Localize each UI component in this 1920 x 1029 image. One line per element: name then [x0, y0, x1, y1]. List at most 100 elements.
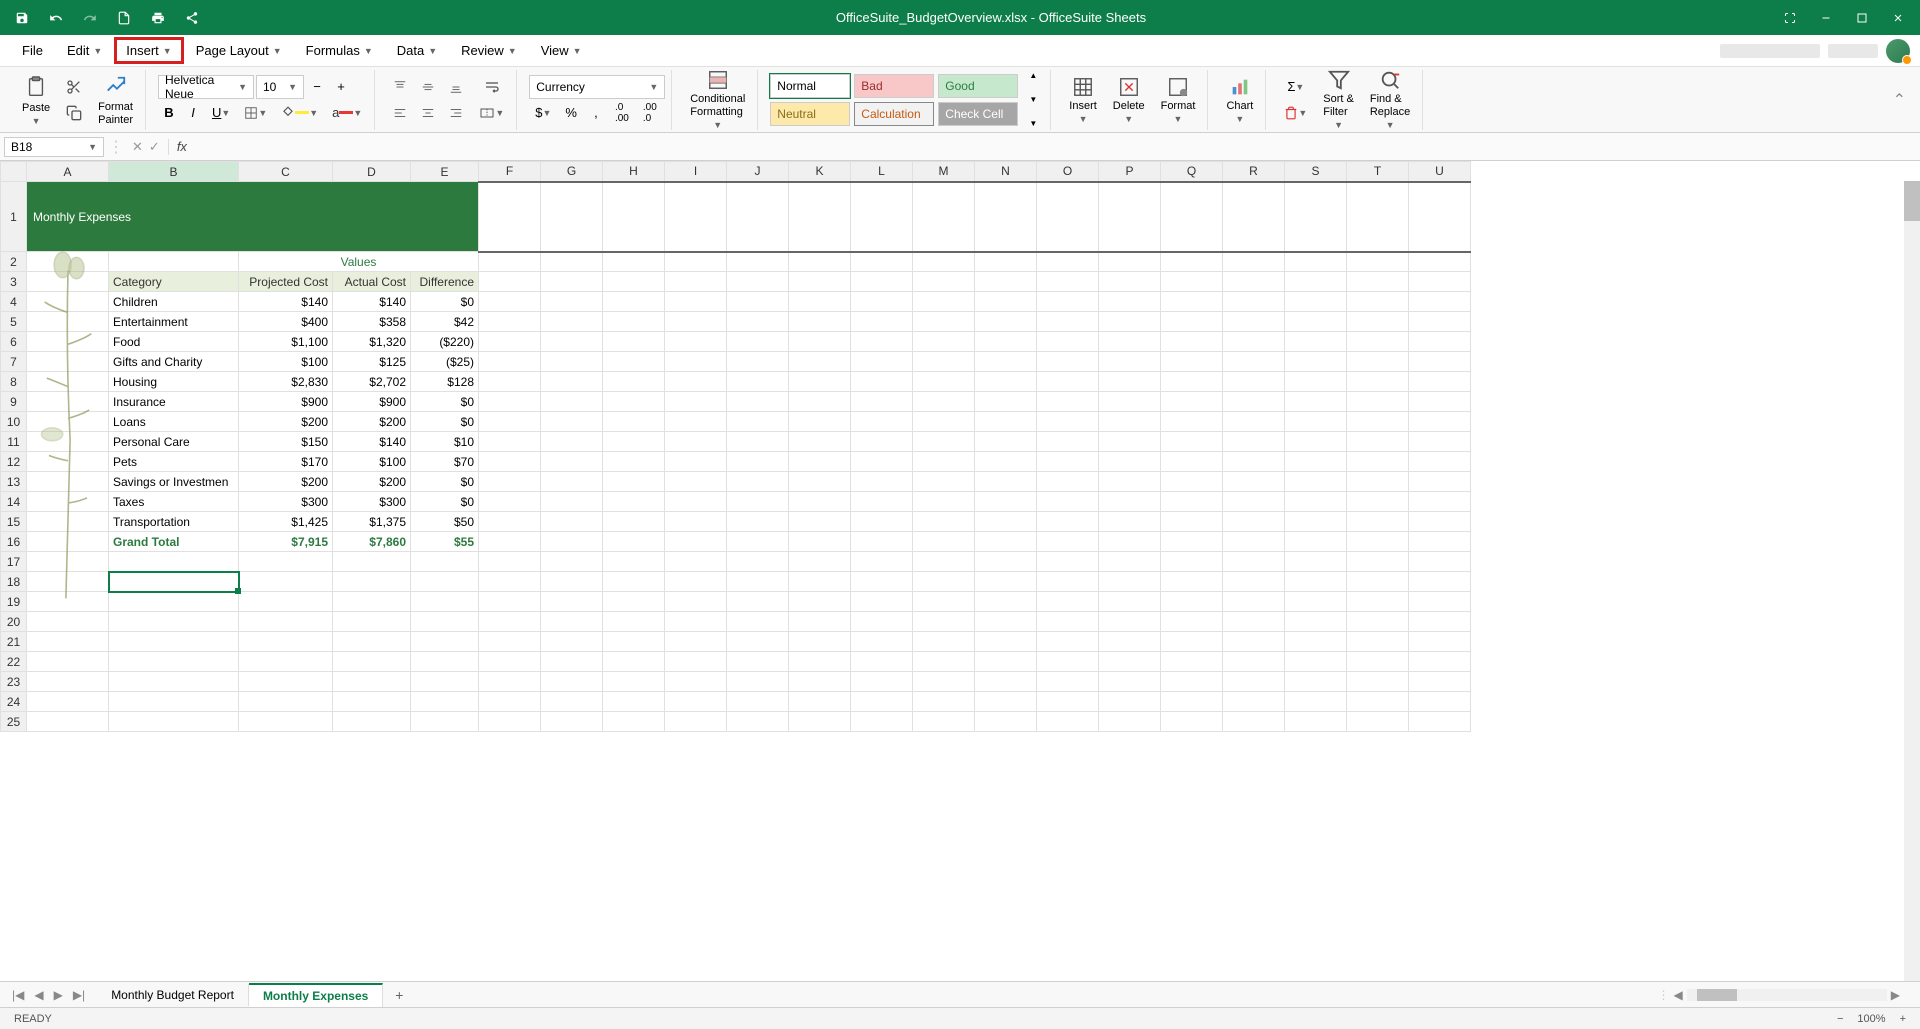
- cell[interactable]: [27, 712, 109, 732]
- cell[interactable]: [1409, 472, 1471, 492]
- cell[interactable]: [913, 182, 975, 252]
- cell[interactable]: [1037, 532, 1099, 552]
- data-projected[interactable]: $1,425: [239, 512, 333, 532]
- cell[interactable]: [975, 552, 1037, 572]
- cell[interactable]: [1409, 592, 1471, 612]
- cell[interactable]: [1285, 332, 1347, 352]
- accept-formula-icon[interactable]: ✓: [149, 139, 160, 155]
- cell[interactable]: [727, 512, 789, 532]
- cell[interactable]: [1161, 292, 1223, 312]
- cell[interactable]: [727, 712, 789, 732]
- autosum-icon[interactable]: Σ▼: [1278, 75, 1313, 99]
- cell[interactable]: [1161, 672, 1223, 692]
- cell[interactable]: [851, 432, 913, 452]
- cell[interactable]: [1409, 252, 1471, 272]
- cell[interactable]: [975, 452, 1037, 472]
- cell[interactable]: [1409, 452, 1471, 472]
- cell[interactable]: [1347, 252, 1409, 272]
- cell[interactable]: [665, 312, 727, 332]
- cell[interactable]: [541, 312, 603, 332]
- cell[interactable]: [1223, 392, 1285, 412]
- cell[interactable]: [1409, 372, 1471, 392]
- cell[interactable]: [975, 272, 1037, 292]
- cell[interactable]: [1099, 512, 1161, 532]
- cell[interactable]: [665, 372, 727, 392]
- data-actual[interactable]: $200: [333, 472, 411, 492]
- cell[interactable]: [239, 712, 333, 732]
- cell[interactable]: [913, 652, 975, 672]
- row-header-2[interactable]: 2: [1, 252, 27, 272]
- cell[interactable]: [1161, 182, 1223, 252]
- cell[interactable]: [789, 432, 851, 452]
- data-difference[interactable]: $128: [411, 372, 479, 392]
- cell[interactable]: [913, 272, 975, 292]
- cell[interactable]: [1409, 392, 1471, 412]
- cell[interactable]: [333, 552, 411, 572]
- cell[interactable]: [665, 432, 727, 452]
- cell[interactable]: [1409, 512, 1471, 532]
- cell[interactable]: [975, 312, 1037, 332]
- row-header-23[interactable]: 23: [1, 672, 27, 692]
- row-header-9[interactable]: 9: [1, 392, 27, 412]
- cell[interactable]: [1347, 592, 1409, 612]
- data-difference[interactable]: $0: [411, 412, 479, 432]
- cell[interactable]: [789, 272, 851, 292]
- cell[interactable]: [665, 292, 727, 312]
- menu-page-layout[interactable]: Page Layout▼: [184, 37, 294, 64]
- spreadsheet-grid[interactable]: ABCDEFGHIJKLMNOPQRSTU1Monthly Expenses2V…: [0, 161, 1920, 981]
- cell[interactable]: [603, 592, 665, 612]
- header-projected[interactable]: Projected Cost: [239, 272, 333, 292]
- cell[interactable]: [479, 592, 541, 612]
- data-difference[interactable]: $10: [411, 432, 479, 452]
- cell[interactable]: [665, 672, 727, 692]
- row-header-17[interactable]: 17: [1, 552, 27, 572]
- name-box[interactable]: B18▼: [4, 137, 104, 157]
- redo-icon[interactable]: [82, 10, 98, 26]
- cell[interactable]: [1161, 612, 1223, 632]
- data-actual[interactable]: $100: [333, 452, 411, 472]
- cell[interactable]: [479, 652, 541, 672]
- col-header-M[interactable]: M: [913, 162, 975, 182]
- cell[interactable]: [541, 632, 603, 652]
- cell[interactable]: [603, 292, 665, 312]
- row-header-15[interactable]: 15: [1, 512, 27, 532]
- cell[interactable]: [27, 512, 109, 532]
- cell[interactable]: [603, 182, 665, 252]
- row-header-1[interactable]: 1: [1, 182, 27, 252]
- col-header-U[interactable]: U: [1409, 162, 1471, 182]
- format-painter-button[interactable]: Format Painter: [92, 69, 139, 129]
- cell[interactable]: [727, 312, 789, 332]
- grand-total-actual[interactable]: $7,860: [333, 532, 411, 552]
- delete-cells-button[interactable]: Delete▼: [1107, 72, 1151, 128]
- cell[interactable]: [1223, 352, 1285, 372]
- row-header-12[interactable]: 12: [1, 452, 27, 472]
- col-header-E[interactable]: E: [411, 162, 479, 182]
- cell[interactable]: [411, 552, 479, 572]
- cut-icon[interactable]: [60, 75, 88, 99]
- data-projected[interactable]: $300: [239, 492, 333, 512]
- cell[interactable]: [479, 532, 541, 552]
- cell[interactable]: [1347, 512, 1409, 532]
- row-header-8[interactable]: 8: [1, 372, 27, 392]
- cell[interactable]: [1347, 712, 1409, 732]
- cell[interactable]: [975, 292, 1037, 312]
- data-difference[interactable]: $0: [411, 472, 479, 492]
- copy-icon[interactable]: [60, 101, 88, 125]
- cell[interactable]: [541, 272, 603, 292]
- cell[interactable]: [913, 512, 975, 532]
- align-middle-icon[interactable]: [415, 75, 441, 99]
- cell[interactable]: [789, 392, 851, 412]
- cell[interactable]: [727, 492, 789, 512]
- cell[interactable]: [975, 632, 1037, 652]
- cell[interactable]: [975, 332, 1037, 352]
- cell[interactable]: [665, 352, 727, 372]
- cell[interactable]: [479, 712, 541, 732]
- cell[interactable]: [479, 672, 541, 692]
- cell[interactable]: [1037, 512, 1099, 532]
- cell[interactable]: [1285, 692, 1347, 712]
- cell[interactable]: [27, 392, 109, 412]
- styles-scroll-up-icon[interactable]: ▲: [1022, 64, 1044, 88]
- cell[interactable]: [1161, 352, 1223, 372]
- data-category[interactable]: Entertainment: [109, 312, 239, 332]
- italic-button[interactable]: I: [182, 101, 204, 125]
